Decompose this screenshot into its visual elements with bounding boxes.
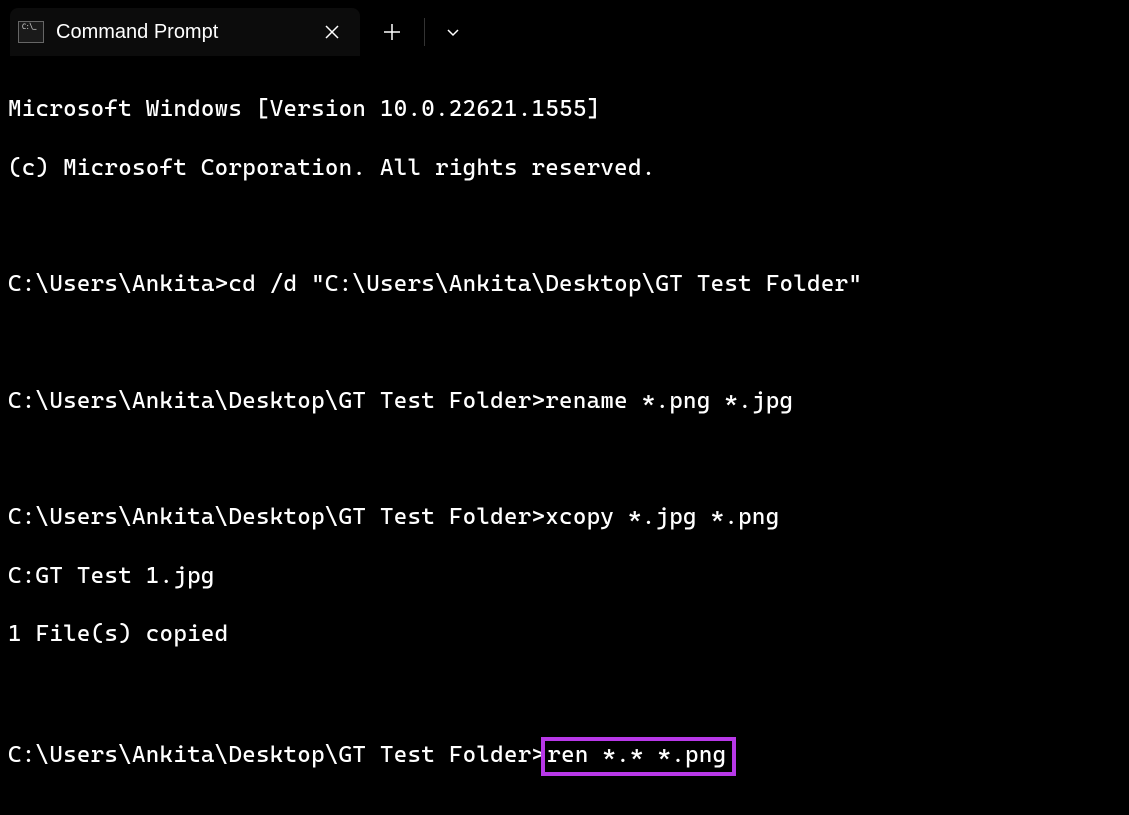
close-icon	[325, 25, 339, 39]
terminal-prompt-line: C:\Users\Ankita\Desktop\GT Test Folder>r…	[8, 737, 1121, 776]
terminal-line: C:\Users\Ankita>cd /d "C:\Users\Ankita\D…	[8, 270, 1121, 299]
terminal-line: Microsoft Windows [Version 10.0.22621.15…	[8, 95, 1121, 124]
title-bar: C:\_ Command Prompt	[0, 0, 1129, 56]
tab-command-prompt[interactable]: C:\_ Command Prompt	[10, 8, 360, 56]
plus-icon	[383, 23, 401, 41]
chevron-down-icon	[446, 25, 460, 39]
terminal-icon: C:\_	[18, 21, 44, 43]
new-tab-button[interactable]	[372, 8, 412, 56]
terminal-line	[8, 212, 1121, 241]
tab-title: Command Prompt	[56, 21, 316, 44]
terminal-line: C:\Users\Ankita\Desktop\GT Test Folder>x…	[8, 503, 1121, 532]
terminal-line	[8, 329, 1121, 358]
terminal-line: C:\Users\Ankita\Desktop\GT Test Folder>r…	[8, 387, 1121, 416]
terminal-output[interactable]: Microsoft Windows [Version 10.0.22621.15…	[0, 56, 1129, 815]
toolbar-divider	[424, 18, 425, 46]
terminal-line	[8, 445, 1121, 474]
terminal-line: 1 File(s) copied	[8, 620, 1121, 649]
highlighted-command: ren *.* *.png	[541, 737, 736, 776]
terminal-line	[8, 679, 1121, 708]
prompt-path: C:\Users\Ankita\Desktop\GT Test Folder>	[8, 742, 545, 768]
tab-dropdown-button[interactable]	[433, 8, 473, 56]
terminal-line: (c) Microsoft Corporation. All rights re…	[8, 154, 1121, 183]
terminal-line: C:GT Test 1.jpg	[8, 562, 1121, 591]
close-tab-button[interactable]	[316, 16, 348, 48]
